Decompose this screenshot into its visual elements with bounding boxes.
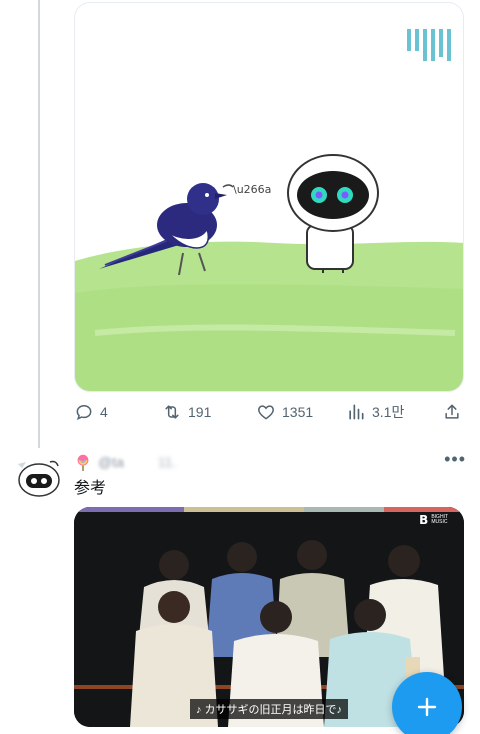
bighit-logo-mark: B [419, 512, 429, 527]
video-subtitle: ♪ カササギの旧正月は昨日で♪ [190, 699, 349, 719]
retweet-icon [165, 405, 179, 419]
tweet-text: 参考 [74, 480, 107, 497]
logo-text-line2: MUSIC [431, 519, 448, 525]
like-count: 1351 [282, 404, 314, 420]
bighit-music-logo: B BIGHIT MUSIC [419, 512, 448, 527]
tweet-date[interactable]: 11. [158, 454, 176, 470]
thread-connector-line [38, 0, 40, 448]
views-button[interactable]: 3.1만 [346, 398, 404, 426]
heart-icon [258, 405, 274, 420]
more-options-button[interactable]: ••• [444, 450, 466, 468]
views-chart-icon [349, 404, 364, 420]
plus-icon [417, 697, 437, 717]
view-count: 3.1만 [372, 404, 405, 420]
user-avatar[interactable] [14, 452, 64, 502]
retweet-count: 191 [188, 404, 212, 420]
like-button[interactable]: 1351 [256, 398, 313, 426]
compose-tweet-button[interactable] [392, 672, 462, 734]
lollipop-emoji-icon [77, 454, 89, 471]
svg-text:\u266a: \u266a [233, 183, 271, 196]
reply-icon [76, 404, 92, 421]
tweet-header: @ta 11. ••• [74, 450, 466, 472]
retweet-button[interactable]: 191 [162, 398, 211, 426]
reply-count: 4 [100, 404, 108, 420]
tweet-action-bar: 4 191 1351 3.1만 [74, 398, 464, 426]
share-button[interactable] [442, 398, 462, 426]
reply-button[interactable]: 4 [74, 398, 108, 426]
tweet-image-illustration[interactable]: \u266a [74, 2, 464, 392]
share-icon [445, 404, 459, 419]
user-handle[interactable]: @ta [98, 454, 124, 470]
